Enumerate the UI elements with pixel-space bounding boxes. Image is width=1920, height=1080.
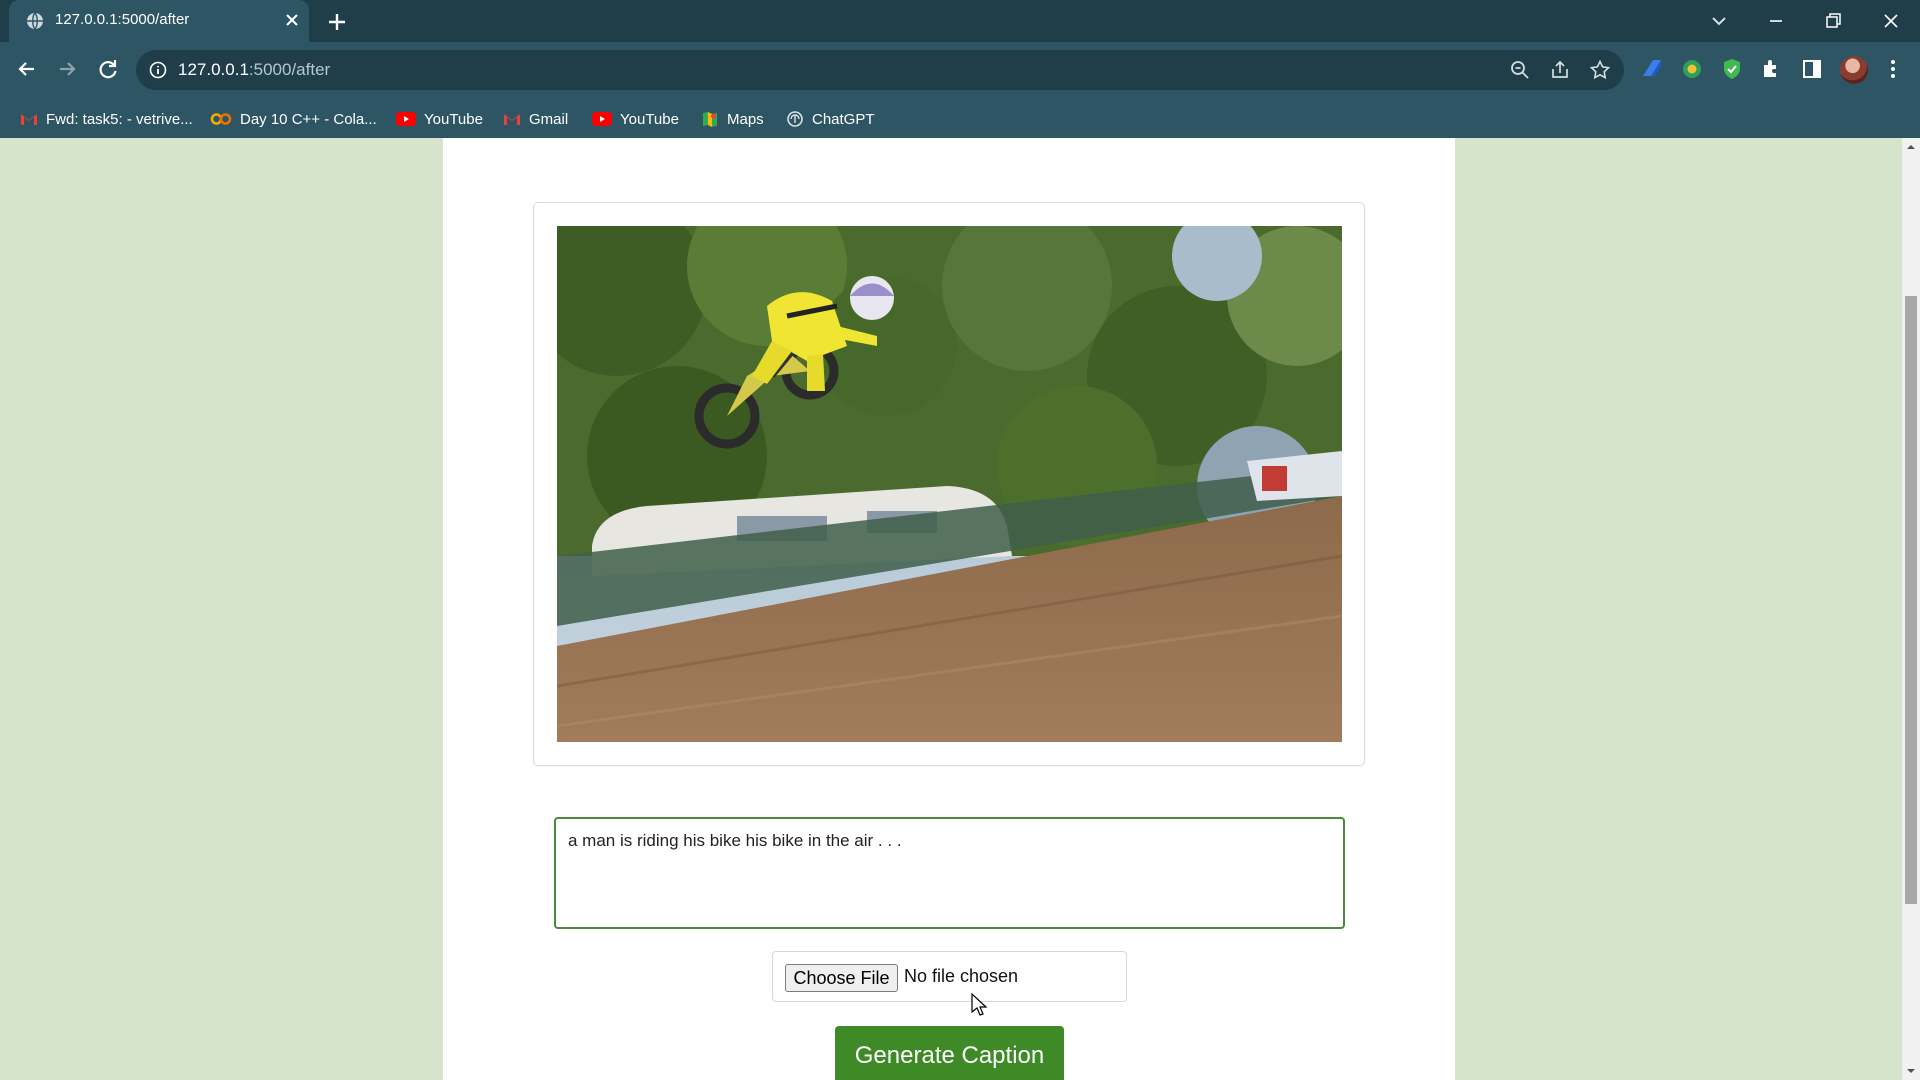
globe-icon [27, 12, 43, 30]
side-panel-icon[interactable] [1799, 56, 1825, 82]
close-tab-icon[interactable] [282, 10, 302, 30]
bookmark-item[interactable]: Gmail [503, 108, 568, 130]
motocross-photo [557, 226, 1342, 742]
extension-grammar-icon[interactable] [1679, 56, 1705, 82]
tab-search-icon[interactable] [1706, 8, 1732, 34]
youtube-icon [592, 112, 612, 126]
tab-title: 127.0.0.1:5000/after [55, 11, 190, 28]
file-status-text: No file chosen [904, 966, 1019, 986]
minimize-icon[interactable] [1763, 8, 1789, 34]
bookmarks-bar: Fwd: task5: - vetrive... Day 10 C++ - Co… [0, 100, 1920, 138]
bookmark-label: Day 10 C++ - Cola... [240, 110, 377, 128]
extensions-puzzle-icon[interactable] [1759, 56, 1785, 82]
scroll-thumb[interactable] [1905, 296, 1917, 904]
forward-icon[interactable] [52, 54, 82, 84]
avatar[interactable] [1840, 56, 1868, 84]
mouse-cursor-icon [971, 993, 987, 1016]
menu-kebab-icon[interactable] [1880, 56, 1906, 82]
gmail-icon [21, 114, 37, 125]
page-viewport: a man is riding his bike his bike in the… [0, 138, 1920, 1080]
site-info-icon[interactable] [148, 60, 168, 80]
bookmark-label: YouTube [424, 110, 483, 128]
chatgpt-icon [787, 111, 803, 127]
bookmark-item[interactable]: Day 10 C++ - Cola... [210, 108, 377, 130]
bookmark-item[interactable]: ChatGPT [786, 108, 875, 130]
scroll-down-icon[interactable] [1906, 1066, 1916, 1076]
uploaded-image [557, 226, 1342, 742]
restore-icon[interactable] [1820, 8, 1846, 34]
image-card [533, 202, 1365, 766]
zoom-icon[interactable] [1509, 59, 1531, 81]
bookmark-label: YouTube [620, 110, 679, 128]
caption-output[interactable]: a man is riding his bike his bike in the… [554, 817, 1345, 929]
bookmark-label: Gmail [529, 110, 569, 128]
url-text[interactable]: 127.0.0.1:5000/after [178, 60, 330, 80]
bookmark-label: Maps [727, 110, 764, 128]
generate-caption-button[interactable]: Generate Caption [835, 1026, 1064, 1080]
shield-icon[interactable] [1719, 56, 1745, 82]
main-container: a man is riding his bike his bike in the… [443, 138, 1455, 1080]
new-tab-icon[interactable] [325, 10, 349, 34]
back-icon[interactable] [12, 54, 42, 84]
choose-file-button[interactable]: Choose File [785, 964, 898, 992]
bookmark-item[interactable]: Fwd: task5: - vetrive... [20, 108, 193, 130]
colab-icon [210, 113, 232, 125]
maps-icon [703, 112, 717, 127]
bookmark-item[interactable]: YouTube [592, 108, 679, 130]
extension-blue-icon[interactable] [1639, 56, 1665, 82]
bookmark-star-icon[interactable] [1589, 59, 1611, 81]
bookmark-item[interactable]: Maps [701, 108, 764, 130]
address-bar[interactable]: 127.0.0.1:5000/after [136, 50, 1624, 90]
page-scrollbar[interactable] [1902, 138, 1920, 1080]
close-window-icon[interactable] [1878, 8, 1904, 34]
active-tab[interactable]: 127.0.0.1:5000/after [9, 0, 309, 42]
browser-toolbar: 127.0.0.1:5000/after Fwd: task5: - vetri… [0, 42, 1920, 138]
gmail-icon [504, 114, 520, 125]
youtube-icon [396, 112, 416, 126]
bookmark-label: ChatGPT [812, 110, 875, 128]
tab-strip: 127.0.0.1:5000/after [0, 0, 1920, 42]
file-upload-field[interactable]: Choose File No file chosen [772, 951, 1127, 1002]
bookmark-label: Fwd: task5: - vetrive... [46, 110, 193, 128]
bookmark-item[interactable]: YouTube [396, 108, 483, 130]
share-icon[interactable] [1549, 59, 1571, 81]
reload-icon[interactable] [93, 54, 123, 84]
scroll-up-icon[interactable] [1906, 142, 1916, 152]
